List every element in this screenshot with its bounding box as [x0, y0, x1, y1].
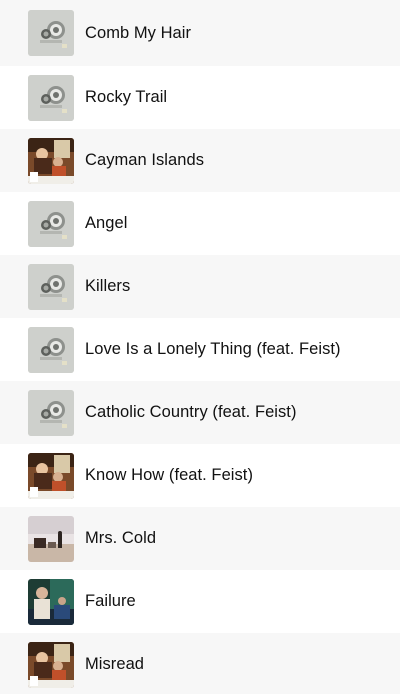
track-row[interactable]: Mrs. Cold [0, 507, 400, 570]
track-row[interactable]: Killers [0, 255, 400, 318]
track-title: Killers [85, 277, 131, 295]
speaker-art [28, 327, 74, 373]
speaker-art [28, 201, 74, 247]
track-title: Cayman Islands [85, 151, 205, 169]
track-title: Know How (feat. Feist) [85, 466, 253, 484]
beach-art [28, 516, 74, 562]
track-title: Angel [85, 214, 128, 232]
track-title: Catholic Country (feat. Feist) [85, 403, 297, 421]
track-row[interactable]: Catholic Country (feat. Feist) [0, 381, 400, 444]
speaker-art [28, 10, 74, 56]
track-row[interactable]: Love Is a Lonely Thing (feat. Feist) [0, 318, 400, 381]
track-row[interactable]: Rocky Trail [0, 66, 400, 129]
track-row[interactable]: Angel [0, 192, 400, 255]
track-row[interactable]: Misread [0, 633, 400, 694]
track-row[interactable]: Cayman Islands [0, 129, 400, 192]
track-title: Rocky Trail [85, 88, 168, 106]
track-title: Misread [85, 655, 145, 673]
band-art [28, 138, 74, 184]
track-row[interactable]: Know How (feat. Feist) [0, 444, 400, 507]
track-title: Comb My Hair [85, 23, 192, 42]
track-title: Love Is a Lonely Thing (feat. Feist) [85, 340, 341, 358]
speaker-art [28, 75, 74, 121]
track-title: Failure [85, 592, 136, 610]
speaker-art [28, 390, 74, 436]
speaker-art [28, 264, 74, 310]
track-list: Comb My Hair Rocky Trail Cayman Islands … [0, 0, 400, 694]
track-row[interactable]: Comb My Hair [0, 0, 400, 66]
track-title: Mrs. Cold [85, 529, 157, 547]
band-art [28, 453, 74, 499]
band-art [28, 642, 74, 688]
portrait-art [28, 579, 74, 625]
track-row[interactable]: Failure [0, 570, 400, 633]
